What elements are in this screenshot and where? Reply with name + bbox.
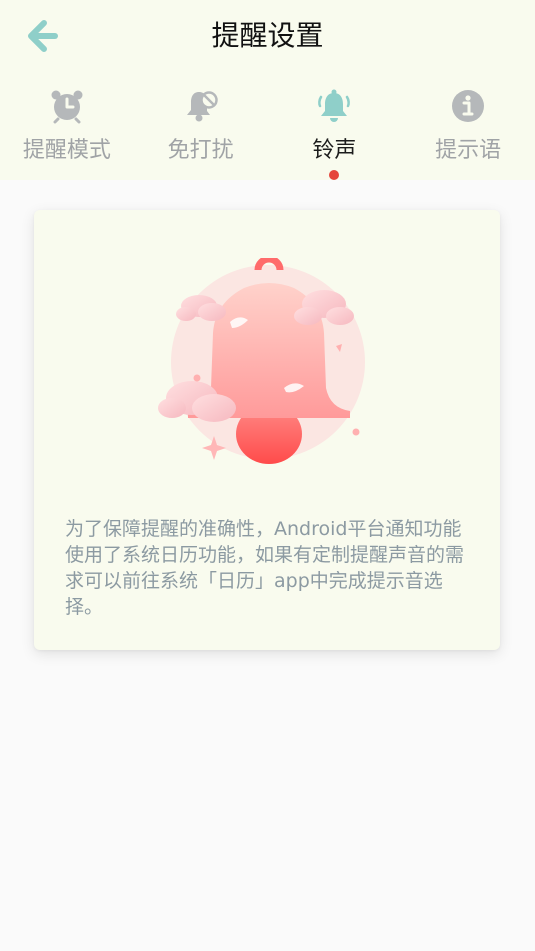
tab-label: 提醒模式: [22, 138, 111, 163]
tab-prompt-text[interactable]: 提示语: [401, 84, 535, 180]
ringtone-description: 为了保障提醒的准确性，Android平台通知功能使用了系统日历功能，如果有定制提…: [65, 518, 465, 618]
bell-icon: [318, 89, 351, 122]
tab-label: 免打扰: [167, 138, 234, 163]
ringtone-info-card: 为了保障提醒的准确性，Android平台通知功能使用了系统日历功能，如果有定制提…: [34, 210, 500, 650]
tab-label: 铃声: [312, 138, 357, 163]
info-icon: [452, 90, 485, 122]
ringing-bell-illustration: [158, 258, 365, 464]
tab-label: 提示语: [435, 138, 502, 163]
bell-off-icon: [186, 91, 218, 122]
tab-ringtone[interactable]: 铃声: [268, 84, 402, 180]
header: 提醒设置 提醒模式 免打扰 铃声 提示语: [0, 0, 535, 180]
page-title: 提醒设置: [211, 19, 324, 52]
tab-reminder-mode[interactable]: 提醒模式: [0, 84, 134, 180]
active-tab-indicator: [329, 170, 340, 180]
alarm-clock-icon: [51, 90, 83, 124]
tab-do-not-disturb[interactable]: 免打扰: [134, 84, 268, 180]
tab-bar: 提醒模式 免打扰 铃声 提示语: [0, 84, 535, 180]
